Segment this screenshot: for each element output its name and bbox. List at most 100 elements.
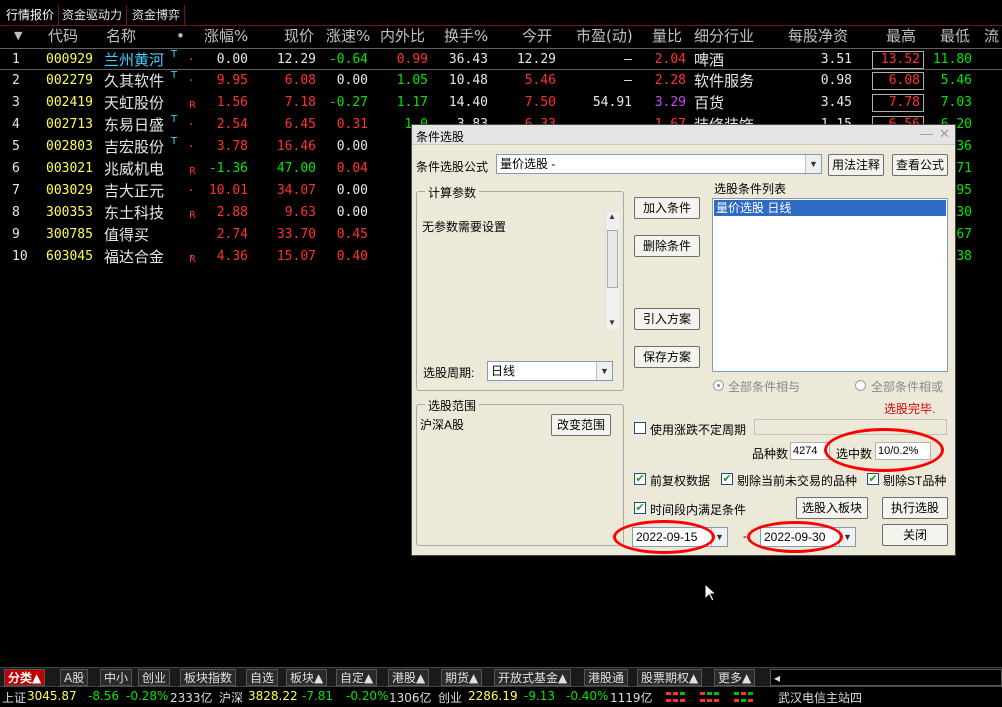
col-name[interactable]: 名称 (106, 26, 136, 46)
bottom-tab[interactable]: 分类▲ (4, 669, 46, 686)
col-dot[interactable]: • (176, 26, 185, 46)
count-label: 品种数 (752, 447, 789, 461)
sh-index-value: 3045.87 (27, 689, 77, 703)
save-plan-button[interactable]: 保存方案 (634, 346, 700, 368)
view-formula-button[interactable]: 查看公式 (892, 154, 948, 176)
params-scrollbar[interactable]: ▲ ▼ (605, 212, 619, 330)
cell-chg: 1.56 (216, 95, 248, 110)
close-button[interactable]: 关闭 (882, 524, 948, 546)
tab-quotes[interactable]: 行情报价 (2, 5, 60, 25)
radio-or-label: 全部条件相或 (871, 380, 944, 394)
cell-name: 值得买 (104, 226, 150, 244)
col-in-out-ratio[interactable]: 内外比 (380, 26, 425, 46)
col-code[interactable]: 代码 (48, 26, 78, 46)
bottom-tab[interactable]: 开放式基金▲ (494, 669, 572, 686)
tab-fund-drive[interactable]: 资金驱动力 (58, 5, 128, 25)
cell-chg: 4.36 (216, 249, 248, 264)
minimize-icon[interactable]: — (920, 126, 933, 141)
exclude-st-checkbox[interactable]: ✔ (867, 473, 879, 485)
run-screen-button[interactable]: 执行选股 (882, 497, 948, 519)
radio-or[interactable] (855, 380, 866, 391)
chevron-down-icon[interactable]: ▼ (596, 362, 612, 380)
bottom-tab[interactable]: 中小 (100, 669, 133, 686)
period-select[interactable]: 日线 ▼ (487, 361, 613, 381)
market-breadth-indicator (664, 690, 762, 705)
calc-params-group: 计算参数 无参数需要设置 ▲ ▼ 选股周期: 日线 ▼ (416, 184, 624, 391)
radio-and[interactable] (713, 380, 724, 391)
table-row[interactable]: 2 002279 久其软件 T · 9.95 6.08 0.00 1.05 10.48 5.46–2… (0, 70, 1002, 92)
cell-chg: 0.00 (216, 52, 248, 67)
close-icon[interactable]: ✕ (939, 126, 950, 142)
use-period-checkbox[interactable] (634, 422, 646, 434)
bottom-tab[interactable]: 港股通 (584, 669, 629, 686)
cell-nav: 3.45 (820, 95, 852, 110)
tab-fund-game[interactable]: 资金博弈 (128, 5, 186, 25)
table-row[interactable]: 3 002419 天虹股份 R 1.56 7.18 -0.27 1.17 14.40 7.50 54… (0, 92, 1002, 114)
table-row[interactable]: 1 000929 兰州黄河 T · 0.00 12.29 -0.64 0.99 36.43 12.2… (0, 48, 1002, 70)
bottom-tab[interactable]: 股票期权▲ (637, 669, 703, 686)
cell-speed: 0.00 (336, 205, 368, 220)
cell-code: 000929 (46, 52, 93, 67)
cell-name: 久其软件 (104, 72, 165, 90)
formula-select[interactable]: 量价选股 - ▼ (496, 154, 822, 174)
import-plan-button[interactable]: 引入方案 (634, 308, 700, 330)
dialog-titlebar[interactable]: 条件选股 — ✕ (412, 125, 955, 145)
bottom-tab[interactable]: 港股▲ (388, 669, 430, 686)
cell-industry: 软件服务 (694, 72, 755, 90)
col-turnover[interactable]: 换手% (444, 26, 488, 46)
col-vol-ratio[interactable]: 量比 (652, 26, 682, 46)
col-more[interactable]: 流 (984, 26, 999, 46)
col-price[interactable]: 现价 (284, 26, 314, 46)
exclude-untraded-checkbox[interactable]: ✔ (721, 473, 733, 485)
col-low[interactable]: 最低 (940, 26, 970, 46)
cell-no: 3 (12, 95, 20, 110)
pre-adjust-checkbox[interactable]: ✔ (634, 473, 646, 485)
range-value: 沪深A股 (420, 418, 465, 432)
cell-chg: 3.78 (216, 139, 248, 154)
bottom-tab[interactable]: 创业 (138, 669, 171, 686)
server-name[interactable]: 武汉电信主站四 (778, 689, 862, 706)
add-to-board-button[interactable]: 选股入板块 (796, 497, 868, 519)
col-change-pct[interactable]: 涨幅% (204, 26, 248, 46)
cell-no: 9 (12, 227, 20, 242)
cell-chg: 2.54 (216, 117, 248, 132)
cell-speed: 0.31 (336, 117, 368, 132)
scroll-up-icon[interactable]: ▲ (608, 212, 616, 221)
usage-note-button[interactable]: 用法注释 (828, 154, 884, 176)
cell-price: 6.08 (284, 73, 316, 88)
col-pe[interactable]: 市盈(动) (576, 26, 633, 46)
dialog-title: 条件选股 (416, 130, 465, 144)
scroll-thumb[interactable] (607, 230, 618, 288)
cell-code: 003021 (46, 161, 93, 176)
bottom-tab[interactable]: 自定▲ (336, 669, 378, 686)
col-high[interactable]: 最高 (886, 26, 916, 46)
cy-index-label: 创业 (438, 691, 463, 705)
sort-arrow-icon[interactable]: ▼ (14, 26, 22, 46)
cell-name: 兆威机电 (104, 160, 165, 178)
cell-price: 6.45 (284, 117, 316, 132)
cell-low: 7.03 (940, 95, 972, 110)
condition-list[interactable]: 量价选股 日线 (712, 198, 948, 372)
scroll-down-icon[interactable]: ▼ (608, 318, 616, 327)
condition-list-item[interactable]: 量价选股 日线 (714, 200, 946, 216)
sz-index-change: -7.81 (302, 689, 334, 703)
bottom-tab[interactable]: 自选 (246, 669, 279, 686)
bottom-tab[interactable]: A股 (60, 669, 89, 686)
time-range-checkbox[interactable]: ✔ (634, 502, 646, 514)
delete-condition-button[interactable]: 删除条件 (634, 235, 700, 257)
time-range-label: 时间段内满足条件 (650, 503, 747, 517)
col-speed[interactable]: 涨速% (326, 26, 370, 46)
period-label: 选股周期: (423, 366, 475, 380)
bottom-tab[interactable]: 板块▲ (286, 669, 328, 686)
cell-name: 吉宏股份 (104, 138, 165, 156)
chevron-down-icon[interactable]: ▼ (805, 155, 821, 173)
col-nav[interactable]: 每股净资 (788, 26, 848, 46)
col-industry[interactable]: 细分行业 (694, 26, 754, 46)
bottom-tab[interactable]: 板块指数 (180, 669, 237, 686)
col-open[interactable]: 今开 (522, 26, 552, 46)
bottom-tab[interactable]: 期货▲ (441, 669, 483, 686)
add-condition-button[interactable]: 加入条件 (634, 197, 700, 219)
tab-scroll-left-icon[interactable]: ◂ (770, 669, 1002, 686)
change-range-button[interactable]: 改变范围 (551, 414, 611, 436)
bottom-tab[interactable]: 更多▲ (714, 669, 756, 686)
